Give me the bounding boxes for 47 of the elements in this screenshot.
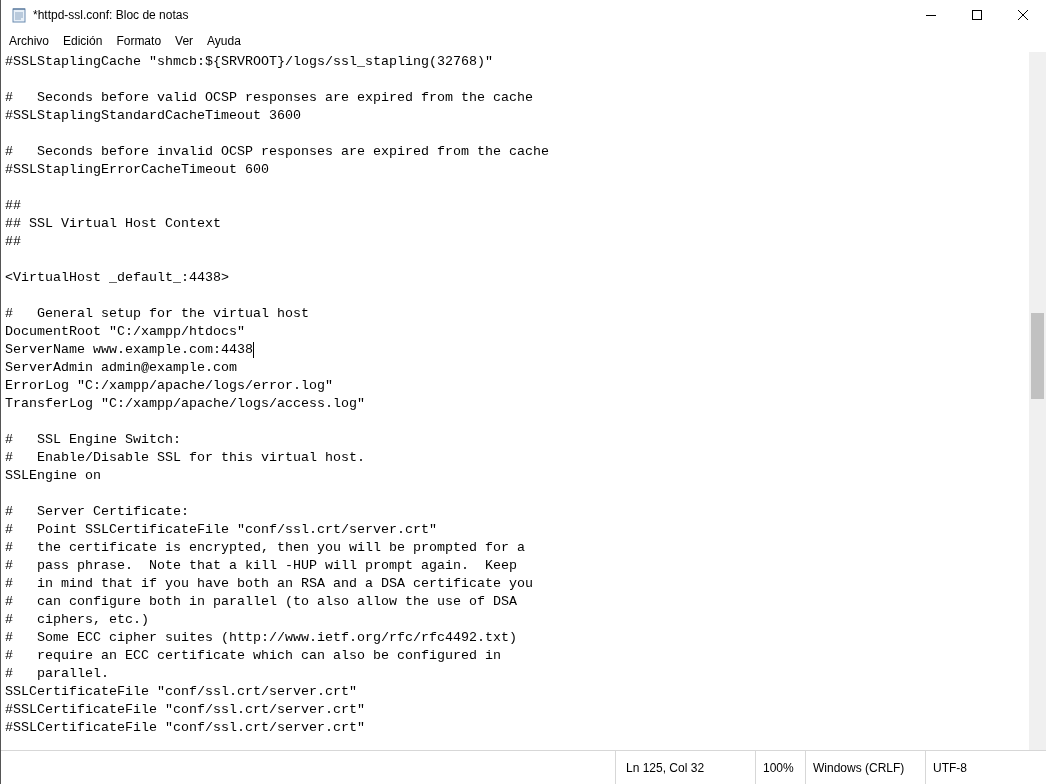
code-line: # Seconds before invalid OCSP responses are expired from the cache [5,143,549,161]
cursor-position: Ln 125, Col 32 [626,759,705,777]
code-line: #SSLStaplingErrorCacheTimeout 600 [5,161,269,179]
code-line: ## SSL Virtual Host Context [5,215,221,233]
vertical-scrollbar[interactable] [1029,52,1046,750]
maximize-icon [972,10,982,20]
window-title: *httpd-ssl.conf: Bloc de notas [33,7,189,24]
code-line: # parallel. [5,665,109,683]
code-line: TransferLog "C:/xampp/apache/logs/access.log" [5,395,365,413]
code-line: # ciphers, etc.) [5,611,149,629]
code-line: #SSLCertificateFile "conf/ssl.crt/server.crt" [5,701,365,719]
code-line: ErrorLog "C:/xampp/apache/logs/error.log" [5,377,333,395]
code-line: #SSLCertificateFile "conf/ssl.crt/server.crt" [5,719,365,737]
code-line: # can configure both in parallel (to also allow the use of DSA [5,593,517,611]
menu-item[interactable]: Ver [168,32,201,50]
code-line: ServerName www.example.com:4438 [5,341,253,359]
code-line: <VirtualHost _default_:4438> [5,269,229,287]
code-line: # pass phrase. Note that a kill -HUP will prompt again. Keep [5,557,517,575]
code-line: # Seconds before valid OCSP responses are expired from the cache [5,89,533,107]
close-icon [1018,10,1028,20]
code-line: #SSLStaplingStandardCacheTimeout 3600 [5,107,301,125]
code-line: SSLCertificateFile "conf/ssl.crt/server.crt" [5,683,357,701]
menu-item[interactable]: Archivo [2,32,56,50]
code-line: DocumentRoot "C:/xampp/htdocs" [5,323,245,341]
code-line: # Point SSLCertificateFile "conf/ssl.crt/server.crt" [5,521,437,539]
minimize-icon [926,14,936,16]
menu-item[interactable]: Ayuda [200,32,248,50]
code-line: # in mind that if you have both an RSA and a DSA certificate you [5,575,533,593]
notepad-icon [11,7,27,23]
code-line: # require an ECC certificate which can also be configured in [5,647,501,665]
code-line: ## [5,197,21,215]
line-ending: Windows (CRLF) [813,759,905,777]
code-line: # Some ECC cipher suites (http://www.ietf.org/rfc/rfc4492.txt) [5,629,517,647]
code-line: SSLEngine on [5,467,101,485]
menu-item[interactable]: Formato [109,32,169,50]
menu-item[interactable]: Edición [56,32,110,50]
code-line: # Server Certificate: [5,503,189,521]
code-line: ServerAdmin admin@example.com [5,359,237,377]
code-line: #SSLStaplingCache "shmcb:${SRVROOT}/logs/ssl_stapling(32768)" [5,53,493,71]
code-line: ## [5,233,21,251]
code-line: # Enable/Disable SSL for this virtual host. [5,449,365,467]
zoom-level: 100% [763,759,794,777]
code-line: # the certificate is encrypted, then you will be prompted for a [5,539,525,557]
scrollbar-thumb[interactable] [1031,313,1044,399]
encoding: UTF-8 [933,759,967,777]
code-line: # SSL Engine Switch: [5,431,181,449]
code-line: # General setup for the virtual host [5,305,309,323]
